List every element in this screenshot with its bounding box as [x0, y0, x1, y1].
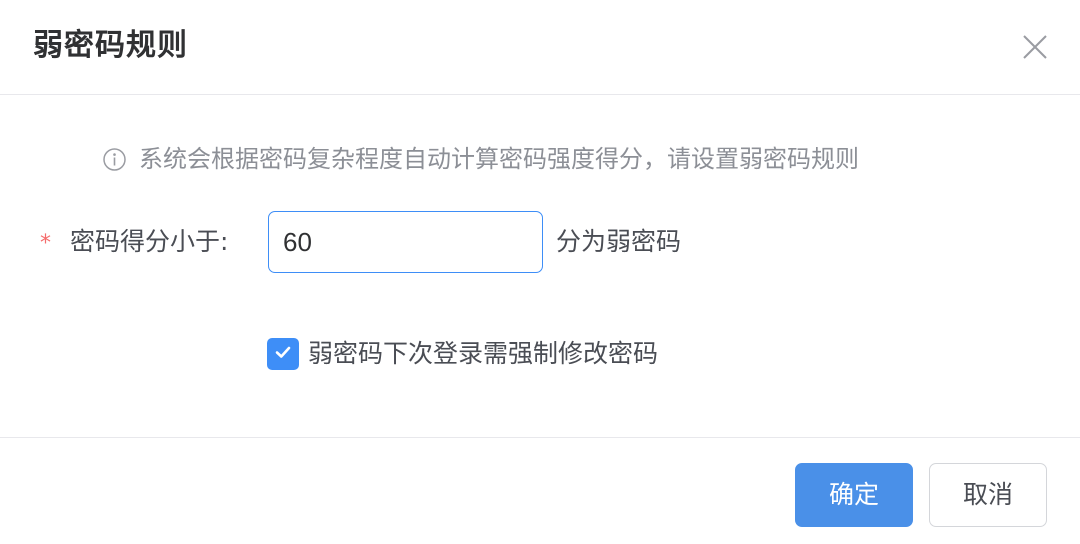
hint-text: 系统会根据密码复杂程度自动计算密码强度得分，请设置弱密码规则 — [139, 145, 859, 173]
force-change-label: 弱密码下次登录需强制修改密码 — [308, 339, 659, 368]
close-button[interactable] — [1018, 30, 1052, 64]
force-change-checkbox[interactable] — [267, 338, 299, 370]
score-suffix: 分为弱密码 — [556, 227, 682, 256]
score-label: 密码得分小于: — [70, 227, 229, 256]
info-icon — [102, 147, 127, 172]
cancel-button[interactable]: 取消 — [929, 463, 1047, 527]
dialog-header: 弱密码规则 — [0, 0, 1080, 95]
hint-row: 系统会根据密码复杂程度自动计算密码强度得分，请设置弱密码规则 — [102, 143, 859, 175]
close-icon — [1018, 30, 1052, 64]
score-form-row: * 密码得分小于: 分为弱密码 — [40, 211, 681, 273]
required-mark: * — [40, 231, 51, 256]
score-input[interactable] — [268, 211, 543, 273]
weak-password-dialog: 弱密码规则 系统会根据密码复杂程度自动计算密码强度得分，请设置弱密码规则 * 密… — [0, 0, 1080, 544]
dialog-title: 弱密码规则 — [33, 28, 188, 63]
dialog-footer: 确定 取消 — [0, 437, 1080, 544]
force-change-option[interactable]: 弱密码下次登录需强制修改密码 — [267, 337, 658, 371]
confirm-button[interactable]: 确定 — [795, 463, 913, 527]
check-icon — [273, 342, 293, 366]
